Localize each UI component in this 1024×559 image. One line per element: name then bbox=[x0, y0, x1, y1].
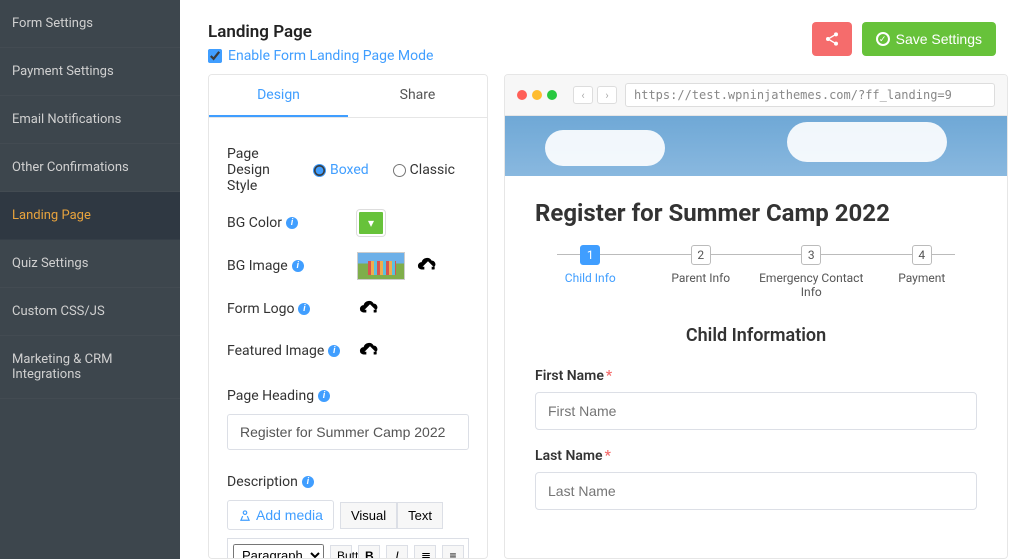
first-name-label: First Name* bbox=[535, 368, 977, 384]
info-icon[interactable]: i bbox=[298, 303, 310, 315]
info-icon[interactable]: i bbox=[292, 260, 304, 272]
step-payment[interactable]: 4Payment bbox=[867, 245, 978, 285]
info-icon[interactable]: i bbox=[318, 390, 330, 402]
editor-text-tab[interactable]: Text bbox=[397, 502, 443, 529]
save-settings-button[interactable]: ✓ Save Settings bbox=[862, 22, 996, 56]
form-section-title: Child Information bbox=[535, 325, 977, 346]
tab-design[interactable]: Design bbox=[209, 75, 348, 117]
window-maximize-icon bbox=[547, 90, 557, 100]
sidebar-item-email-notifications[interactable]: Email Notifications bbox=[0, 96, 180, 144]
page-title: Landing Page bbox=[208, 22, 433, 42]
form-steps: 1Child Info 2Parent Info 3Emergency Cont… bbox=[535, 245, 977, 299]
sidebar-item-label: Landing Page bbox=[12, 208, 91, 223]
enable-label: Enable Form Landing Page Mode bbox=[228, 48, 433, 64]
sidebar-item-landing-page[interactable]: Landing Page bbox=[0, 192, 180, 240]
sidebar-item-label: Quiz Settings bbox=[12, 256, 88, 271]
info-icon[interactable]: i bbox=[286, 217, 298, 229]
sidebar-item-label: Payment Settings bbox=[12, 64, 114, 79]
style-classic-radio[interactable]: Classic bbox=[393, 162, 455, 178]
editor-toolbar: Paragraph Button B I ≣ ≡ bbox=[227, 538, 469, 559]
page-header: Landing Page Enable Form Landing Page Mo… bbox=[180, 0, 1024, 74]
number-list-button[interactable]: ≡ bbox=[442, 545, 464, 559]
window-minimize-icon bbox=[532, 90, 542, 100]
sidebar-item-payment-settings[interactable]: Payment Settings bbox=[0, 48, 180, 96]
insert-button-button[interactable]: Button bbox=[330, 545, 352, 559]
last-name-input[interactable] bbox=[535, 472, 977, 510]
sidebar-item-other-confirmations[interactable]: Other Confirmations bbox=[0, 144, 180, 192]
info-icon[interactable]: i bbox=[328, 345, 340, 357]
browser-chrome: ‹ › https://test.wpninjathemes.com/?ff_l… bbox=[505, 75, 1007, 116]
landing-page-preview: ‹ › https://test.wpninjathemes.com/?ff_l… bbox=[504, 74, 1008, 559]
preview-background-image bbox=[505, 116, 1007, 176]
paragraph-select[interactable]: Paragraph bbox=[233, 544, 324, 559]
sidebar-item-label: Marketing & CRM Integrations bbox=[12, 352, 112, 382]
enable-checkbox-input[interactable] bbox=[208, 49, 222, 63]
italic-button[interactable]: I bbox=[386, 545, 408, 559]
enable-landing-page-checkbox[interactable]: Enable Form Landing Page Mode bbox=[208, 48, 433, 64]
style-boxed-radio[interactable]: Boxed bbox=[313, 162, 369, 178]
sidebar-item-form-settings[interactable]: Form Settings bbox=[0, 0, 180, 48]
check-circle-icon: ✓ bbox=[876, 32, 890, 46]
bullet-list-icon: ≣ bbox=[421, 549, 431, 559]
share-icon bbox=[824, 31, 840, 47]
sidebar-item-label: Other Confirmations bbox=[12, 160, 129, 175]
add-media-button[interactable]: Add media bbox=[227, 500, 334, 530]
featured-image-label: Featured Imagei bbox=[227, 343, 347, 359]
media-icon bbox=[238, 508, 252, 522]
step-child-info[interactable]: 1Child Info bbox=[535, 245, 646, 285]
upload-form-logo-button[interactable] bbox=[357, 296, 383, 322]
editor-visual-tab[interactable]: Visual bbox=[340, 502, 397, 529]
sidebar-item-label: Email Notifications bbox=[12, 112, 121, 127]
last-name-label: Last Name* bbox=[535, 448, 977, 464]
step-parent-info[interactable]: 2Parent Info bbox=[646, 245, 757, 285]
tab-share[interactable]: Share bbox=[348, 75, 487, 117]
window-close-icon bbox=[517, 90, 527, 100]
first-name-input[interactable] bbox=[535, 392, 977, 430]
info-icon[interactable]: i bbox=[302, 476, 314, 488]
share-button[interactable] bbox=[812, 22, 852, 56]
sidebar-item-marketing-crm[interactable]: Marketing & CRM Integrations bbox=[0, 336, 180, 399]
bg-color-picker[interactable]: ▾ bbox=[357, 210, 385, 236]
browser-url-bar[interactable]: https://test.wpninjathemes.com/?ff_landi… bbox=[625, 83, 995, 107]
sidebar-item-label: Custom CSS/JS bbox=[12, 304, 105, 319]
description-label: Descriptioni bbox=[227, 474, 469, 490]
number-list-icon: ≡ bbox=[449, 549, 456, 559]
bold-button[interactable]: B bbox=[358, 545, 380, 559]
upload-featured-image-button[interactable] bbox=[357, 338, 383, 364]
save-button-label: Save Settings bbox=[896, 31, 982, 47]
bg-image-label: BG Imagei bbox=[227, 258, 347, 274]
step-emergency-contact[interactable]: 3Emergency Contact Info bbox=[756, 245, 867, 299]
form-logo-label: Form Logoi bbox=[227, 301, 347, 317]
upload-bg-image-button[interactable] bbox=[415, 253, 441, 279]
bullet-list-button[interactable]: ≣ bbox=[414, 545, 436, 559]
page-heading-label: Page Headingi bbox=[227, 388, 469, 404]
page-heading-input[interactable] bbox=[227, 414, 469, 450]
design-panel: Design Share Page Design Style Boxed Cla… bbox=[208, 74, 488, 559]
browser-back-button[interactable]: ‹ bbox=[573, 86, 593, 104]
sidebar-item-custom-css-js[interactable]: Custom CSS/JS bbox=[0, 288, 180, 336]
sidebar-item-quiz-settings[interactable]: Quiz Settings bbox=[0, 240, 180, 288]
browser-forward-button[interactable]: › bbox=[597, 86, 617, 104]
page-design-style-label: Page Design Style bbox=[227, 146, 303, 194]
bg-image-thumbnail[interactable] bbox=[357, 252, 405, 280]
form-heading: Register for Summer Camp 2022 bbox=[535, 199, 977, 227]
bg-color-label: BG Colori bbox=[227, 215, 347, 231]
sidebar-item-label: Form Settings bbox=[12, 16, 93, 31]
settings-sidebar: Form Settings Payment Settings Email Not… bbox=[0, 0, 180, 559]
